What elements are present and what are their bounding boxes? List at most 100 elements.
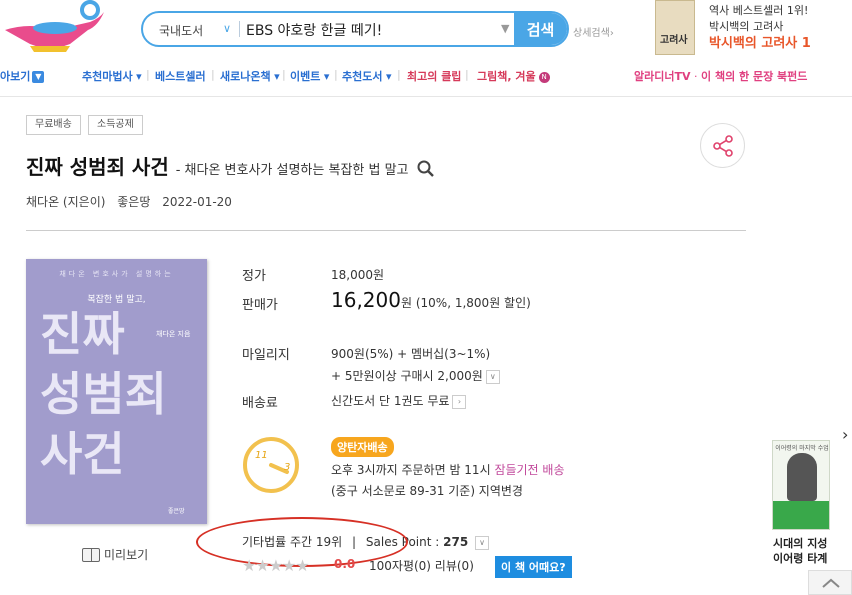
nav-label: 베스트셀러	[155, 70, 206, 83]
nav-label: 이 책의 한 문장	[701, 70, 774, 83]
nav-item-browse[interactable]: 아보기 ▼	[0, 68, 45, 84]
search-bar: 국내도서 ∨ EBS 야호랑 한글 떼기! ▼ 검색	[141, 11, 569, 47]
nav-item-recommended[interactable]: 추천도서 ▾	[342, 68, 392, 84]
delivery-prefix: 오후 3시까지 주문하면 밤 11시	[331, 463, 491, 477]
publisher-link[interactable]: 좋은땅	[117, 195, 150, 209]
publish-date: 2022-01-20	[162, 195, 232, 209]
nav-item-events[interactable]: 이벤트 ▾	[290, 68, 329, 84]
nav-item-new-books[interactable]: 새로나온책 ▾	[220, 68, 280, 84]
shipping-value: 신간도서 단 1권도 무료	[331, 394, 450, 408]
nav-label: 추천도서	[342, 70, 383, 83]
nav-separator: |	[397, 68, 401, 81]
author-link[interactable]: 채다온 (지은이)	[26, 195, 105, 209]
mileage-value-1: 900원(5%) + 멤버십(3~1%)	[331, 347, 491, 361]
nav-label: 추천마법사	[82, 70, 133, 83]
mileage-label: 마일리지	[242, 348, 290, 363]
sales-point-value: 275	[443, 535, 469, 549]
chevron-up-icon	[822, 578, 840, 588]
ad-line-1[interactable]: 역사 베스트셀러 1위!	[709, 2, 808, 18]
nav-item-book-fund[interactable]: · 북펀드	[770, 68, 807, 84]
how-about-book-button[interactable]: 이 책 어때요?	[495, 556, 572, 578]
nav-item-recommend-wizard[interactable]: 추천마법사 ▾	[82, 68, 142, 84]
tag-free-shipping: 무료배송	[26, 115, 81, 135]
list-price-label: 정가	[242, 269, 266, 284]
cover-sub-text: 복잡한 법 말고,	[87, 295, 146, 305]
side-ad-caption-1[interactable]: 시대의 지성	[773, 535, 827, 551]
aladin-lamp-logo[interactable]	[0, 0, 110, 55]
delivery-highlight[interactable]: 잠들기전 배송	[494, 463, 564, 477]
side-ad-caption-2[interactable]: 이어령 타계	[773, 550, 827, 566]
book-subtitle: - 채다온 변호사가 설명하는 복잡한 법 말고	[175, 163, 409, 178]
sale-price: 16,200원 (10%, 1,800원 할인)	[331, 288, 531, 312]
nav-label: 북펀드	[777, 70, 808, 83]
shipping-value-row: 신간도서 단 1권도 무료 ›	[331, 392, 467, 409]
detail-search-link[interactable]: 상세검색›	[573, 24, 614, 39]
nav-label: 이벤트	[290, 70, 321, 83]
book-open-icon	[82, 547, 100, 562]
nav-item-one-sentence[interactable]: · 이 책의 한 문장	[694, 68, 773, 84]
search-category-select[interactable]: 국내도서	[159, 22, 203, 39]
nav-item-bestseller[interactable]: 베스트셀러	[155, 68, 206, 84]
page-title: 진짜 성범죄 사건 - 채다온 변호사가 설명하는 복잡한 법 말고	[26, 151, 435, 180]
preview-label: 미리보기	[104, 548, 149, 562]
nav-separator: |	[282, 68, 286, 81]
nav-label: 새로나온책	[220, 70, 271, 83]
sale-discount: (10%, 1,800원 할인)	[415, 296, 531, 310]
review-counts[interactable]: 100자평(0) 리뷰(0)	[369, 557, 474, 574]
share-button[interactable]	[700, 123, 745, 168]
share-icon	[712, 134, 733, 157]
list-price-value: 18,000원	[331, 268, 385, 282]
side-ad-book[interactable]: 이어령의 마지막 수업	[772, 440, 830, 530]
shipping-label: 배송료	[242, 396, 278, 411]
chevron-right-icon[interactable]: ›	[842, 425, 848, 444]
book-cover[interactable]: 채다온 변호사가 설명하는 복잡한 법 말고, 채다온 지음 진짜 성범죄 사건…	[26, 259, 207, 524]
mileage-value-2-row: + 5만원이상 구매시 2,000원 ∨	[331, 367, 500, 384]
ad-line-3[interactable]: 박시백의 고려사 1	[709, 32, 811, 51]
cover-title-2: 성범죄	[40, 367, 167, 421]
detail-search-label: 상세검색	[573, 28, 610, 39]
nav-item-aladiner-tv[interactable]: 알라디너TV	[634, 68, 691, 84]
book-title: 진짜 성범죄 사건	[26, 155, 169, 179]
cover-title-1: 진짜	[40, 307, 125, 361]
cover-publisher: 좋은땅	[168, 508, 185, 515]
cover-title-3: 사건	[40, 427, 125, 481]
chevron-down-icon[interactable]: ∨	[223, 22, 231, 35]
preview-button[interactable]: 미리보기	[82, 546, 148, 563]
tag-tax-deduction: 소득공제	[88, 115, 143, 135]
chevron-down-icon[interactable]: ∨	[475, 535, 490, 550]
search-button[interactable]: 검색	[514, 13, 567, 45]
chevron-right-icon[interactable]: ›	[452, 394, 467, 409]
nav-item-picture-books[interactable]: 그림책, 겨울 N	[477, 68, 550, 84]
delivery-line-2[interactable]: (중구 서소문로 89-31 기준) 지역변경	[331, 482, 523, 499]
carpet-delivery-badge: 양탄자배송	[331, 437, 394, 457]
nav-item-best-clip[interactable]: 최고의 클립	[407, 68, 461, 84]
clock-icon: 11 3	[243, 437, 299, 493]
ad-book-cover[interactable]: 고려사	[655, 0, 695, 55]
nav-separator: |	[465, 68, 469, 81]
sale-price-value: 16,200	[331, 288, 401, 312]
search-input[interactable]: EBS 야호랑 한글 떼기!	[246, 20, 382, 40]
nav-separator: |	[334, 68, 338, 81]
scroll-top-button[interactable]	[808, 570, 852, 595]
nav-label: 아보기	[0, 70, 31, 83]
cover-author: 채다온 지음	[156, 330, 191, 338]
dropdown-arrow-icon[interactable]: ▼	[501, 22, 509, 35]
dropdown-icon: ▼	[32, 71, 45, 83]
sale-price-unit: 원	[400, 296, 413, 310]
delivery-line-1: 오후 3시까지 주문하면 밤 11시 잠들기전 배송	[331, 461, 565, 478]
rating-stars: ★★★★★	[242, 556, 310, 575]
side-book-title: 이어령의 마지막 수업	[775, 445, 829, 452]
rating-score: 0.0	[334, 557, 356, 571]
search-icon[interactable]	[417, 160, 435, 178]
nav-separator: |	[211, 68, 215, 81]
nav-separator: |	[146, 68, 150, 81]
nav-label: 최고의 클립	[407, 70, 462, 83]
author-line: 채다온 (지은이) 좋은땅 2022-01-20	[26, 193, 240, 210]
nav-label: 알라디너TV	[634, 70, 691, 83]
new-badge-icon: N	[538, 71, 550, 83]
chevron-down-icon[interactable]: ∨	[485, 369, 500, 384]
cover-top-text: 채다온 변호사가 설명하는	[59, 270, 174, 278]
clock-from-label: 11	[255, 450, 268, 461]
clock-to-label: 3	[284, 462, 290, 473]
cover-band	[773, 501, 829, 529]
